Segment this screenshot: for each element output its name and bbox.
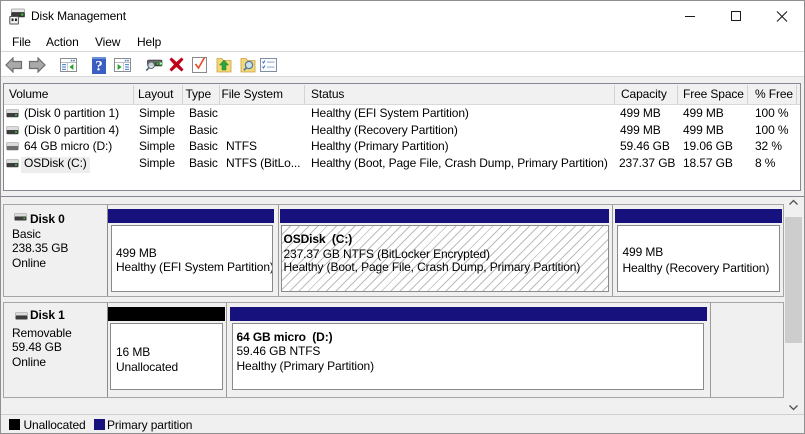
svg-text:?: ? xyxy=(95,59,103,75)
